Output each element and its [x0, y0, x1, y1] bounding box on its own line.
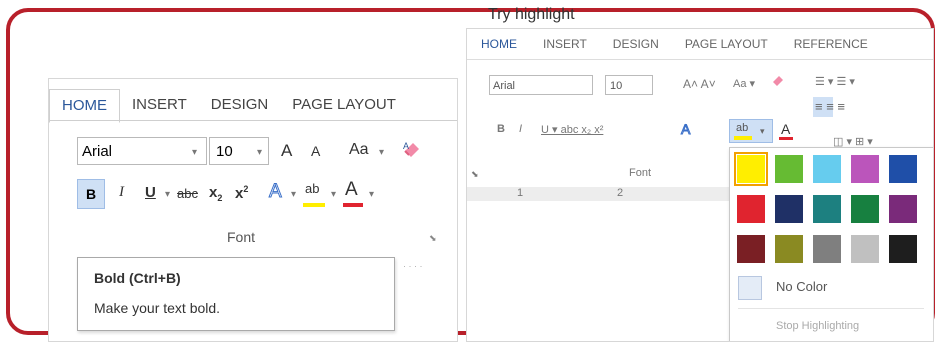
- italic-button[interactable]: I: [119, 184, 124, 201]
- chevron-down-icon[interactable]: ▾: [760, 126, 765, 137]
- font-color-button[interactable]: A: [781, 121, 790, 137]
- grow-font-button[interactable]: A: [281, 141, 292, 161]
- color-swatch[interactable]: [850, 234, 880, 264]
- italic-button[interactable]: I: [519, 123, 522, 135]
- highlight-color-bar: [734, 136, 752, 140]
- right-ribbon-panel: HOME INSERT DESIGN PAGE LAYOUT REFERENCE…: [466, 28, 934, 342]
- bold-tooltip: Bold (Ctrl+B) Make your text bold.: [77, 257, 395, 331]
- highlight-label: ab: [305, 181, 320, 196]
- color-swatch[interactable]: [850, 194, 880, 224]
- superscript-button[interactable]: x2: [235, 184, 248, 202]
- dialog-launcher-icon[interactable]: ⬊: [471, 169, 479, 180]
- font-size-select[interactable]: 10: [605, 75, 653, 95]
- chevron-down-icon[interactable]: ▾: [192, 147, 197, 158]
- ribbon-tabs: HOME INSERT DESIGN PAGE LAYOUT REFERENCE: [481, 37, 894, 51]
- ruler-mark: 1: [517, 187, 524, 199]
- bold-button[interactable]: B: [497, 123, 505, 135]
- tooltip-description: Make your text bold.: [94, 300, 221, 316]
- align-icons[interactable]: ≡ ≡ ≡: [815, 99, 845, 114]
- font-name-select[interactable]: Arial: [489, 75, 593, 95]
- chevron-down-icon[interactable]: ▾: [369, 189, 374, 200]
- clear-formatting-icon[interactable]: A: [401, 139, 423, 165]
- tab-home[interactable]: HOME: [481, 37, 517, 51]
- chevron-down-icon[interactable]: ▾: [257, 147, 262, 158]
- palette-divider: [738, 308, 924, 309]
- shrink-font-button[interactable]: A: [311, 143, 320, 159]
- color-swatch[interactable]: [774, 234, 804, 264]
- subscript-button[interactable]: x2: [209, 184, 222, 203]
- chevron-down-icon[interactable]: ▾: [331, 189, 336, 200]
- color-swatch[interactable]: [812, 154, 842, 184]
- font-group-label: Font: [227, 229, 256, 245]
- caption: Try highlight: [488, 6, 575, 23]
- left-ribbon-panel: HOME INSERT DESIGN PAGE LAYOUT Arial ▾ 1…: [48, 78, 458, 342]
- change-case-button[interactable]: Aa ▾: [733, 77, 755, 90]
- tab-design[interactable]: DESIGN: [613, 37, 659, 51]
- highlight-icon: ab: [736, 122, 749, 134]
- red-frame: Try highlight HOME INSERT DESIGN PAGE LA…: [6, 6, 935, 342]
- change-case-button[interactable]: Aa: [349, 141, 369, 159]
- color-swatch[interactable]: [736, 234, 766, 264]
- color-swatch[interactable]: [888, 154, 918, 184]
- color-swatch[interactable]: [812, 234, 842, 264]
- svg-text:A: A: [403, 141, 409, 151]
- color-swatch[interactable]: [888, 234, 918, 264]
- strikethrough-button[interactable]: abc: [177, 186, 198, 201]
- text-effects-button[interactable]: A: [269, 181, 283, 203]
- color-swatch[interactable]: [812, 194, 842, 224]
- tab-insert[interactable]: INSERT: [120, 89, 199, 121]
- tab-page-layout[interactable]: PAGE LAYOUT: [685, 37, 768, 51]
- highlight-color-palette: No Color Stop Highlighting: [729, 147, 933, 341]
- underline-button[interactable]: U: [145, 184, 156, 201]
- no-color-swatch[interactable]: [738, 276, 762, 300]
- color-swatch[interactable]: [774, 154, 804, 184]
- color-swatch[interactable]: [850, 154, 880, 184]
- font-color-bar: [343, 203, 363, 207]
- tab-divider: [49, 120, 457, 121]
- font-name-select[interactable]: Arial: [77, 137, 207, 165]
- tab-divider: [467, 59, 933, 60]
- chevron-down-icon[interactable]: ▾: [291, 189, 296, 200]
- ruler-mark: 2: [617, 187, 624, 199]
- ribbon-tabs: HOME INSERT DESIGN PAGE LAYOUT: [49, 89, 457, 123]
- color-swatch[interactable]: [734, 152, 768, 186]
- tab-page-layout[interactable]: PAGE LAYOUT: [280, 89, 408, 121]
- highlight-button[interactable]: ab: [305, 181, 319, 196]
- color-swatch[interactable]: [774, 194, 804, 224]
- tab-design[interactable]: DESIGN: [199, 89, 281, 121]
- tooltip-title: Bold (Ctrl+B): [94, 270, 181, 286]
- font-color-bar: [779, 137, 793, 140]
- font-color-button[interactable]: A: [345, 179, 358, 201]
- bullets-icon[interactable]: ☰ ▾ ☰ ▾: [815, 75, 855, 88]
- ruler: 1 2: [467, 187, 729, 201]
- tab-references[interactable]: REFERENCE: [794, 37, 868, 51]
- stop-highlighting-option[interactable]: Stop Highlighting: [776, 320, 859, 332]
- highlight-color-bar: [303, 203, 325, 207]
- chevron-down-icon[interactable]: ▾: [379, 147, 384, 158]
- chevron-down-icon[interactable]: ▾: [165, 189, 170, 200]
- font-group-label: Font: [629, 167, 652, 179]
- tab-home[interactable]: HOME: [49, 89, 120, 123]
- tab-insert[interactable]: INSERT: [543, 37, 587, 51]
- grow-font-button[interactable]: A˄ A˅: [683, 77, 716, 91]
- color-swatch[interactable]: [888, 194, 918, 224]
- text-effects-button[interactable]: A: [680, 121, 690, 138]
- ruler-ticks: · · · ·: [403, 261, 423, 271]
- clear-formatting-icon[interactable]: [771, 73, 785, 92]
- bold-button[interactable]: B: [77, 179, 105, 209]
- dialog-launcher-icon[interactable]: ⬊: [429, 233, 437, 244]
- highlight-button-active[interactable]: ab ▾: [729, 119, 773, 143]
- color-swatch[interactable]: [736, 194, 766, 224]
- no-color-option[interactable]: No Color: [776, 279, 827, 294]
- underline-button[interactable]: U ▾ abc x₂ x²: [541, 123, 603, 136]
